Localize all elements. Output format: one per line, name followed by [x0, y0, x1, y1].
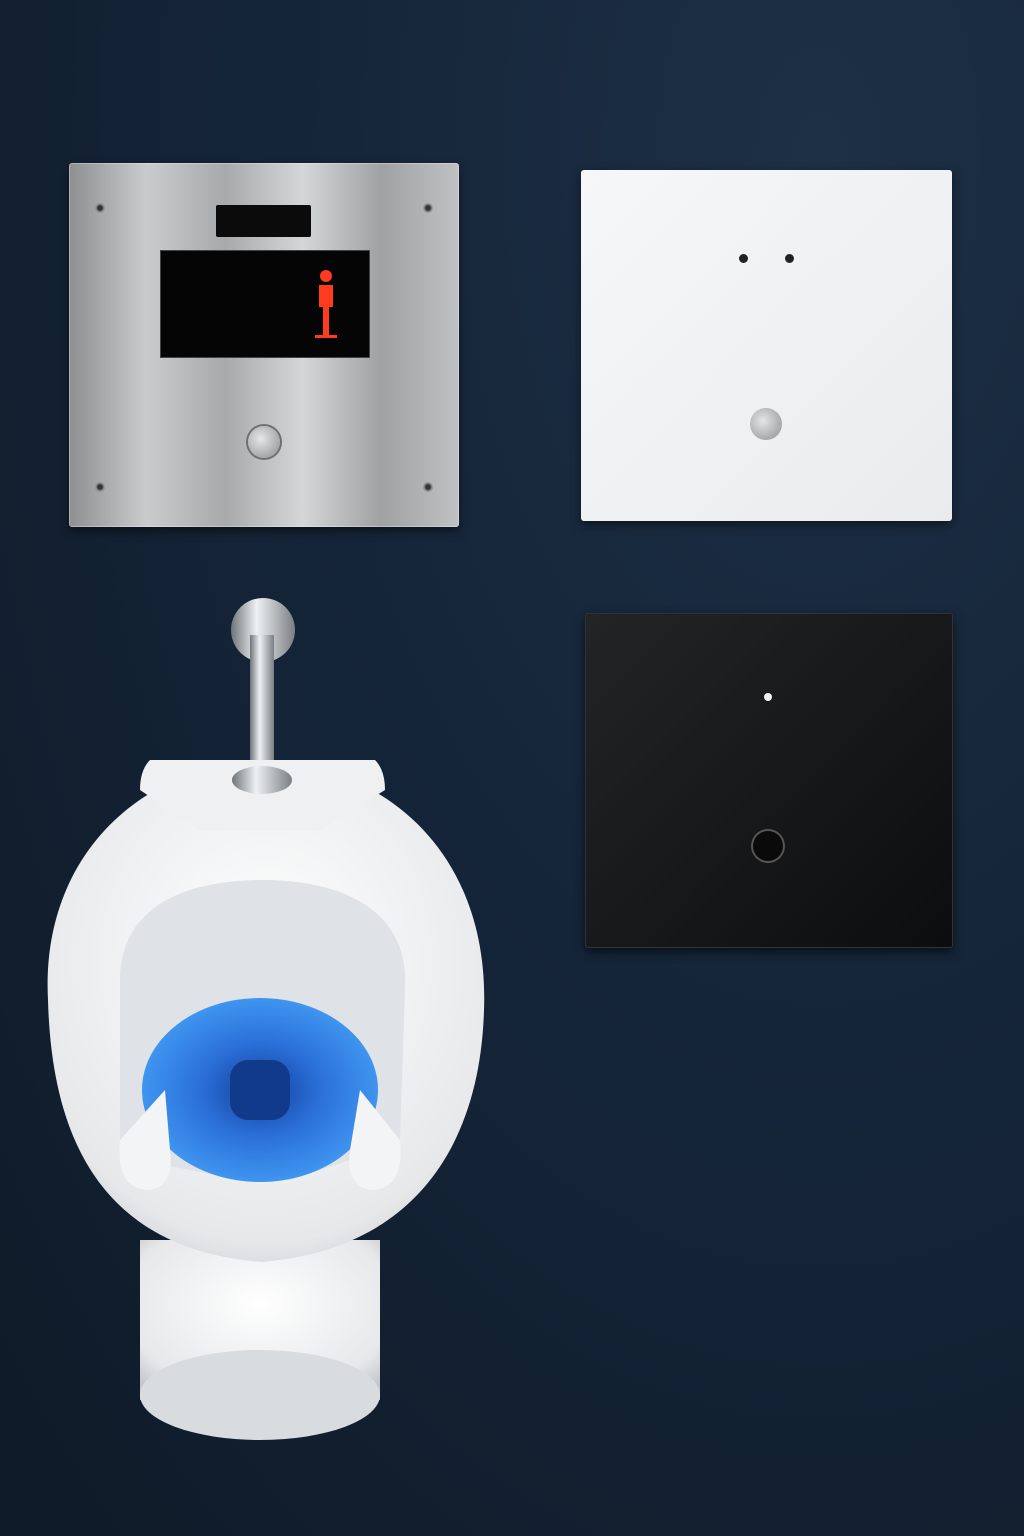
flush-button[interactable]	[753, 831, 783, 861]
screw-icon	[423, 482, 433, 492]
toilet	[47, 598, 485, 1440]
sensor-dot	[764, 693, 772, 701]
sensor-dot	[785, 254, 794, 263]
sensor-dot	[739, 254, 748, 263]
black-glass-flush-panel	[585, 613, 953, 948]
stainless-steel-flush-panel	[69, 163, 459, 527]
pipe-base	[232, 766, 292, 794]
sensor-window	[216, 205, 311, 237]
person-indicator-icon	[315, 270, 337, 338]
screw-icon	[95, 482, 105, 492]
screw-icon	[423, 203, 433, 213]
flush-button[interactable]	[248, 426, 280, 458]
white-glass-flush-panel	[581, 170, 952, 521]
indicator-display	[160, 250, 370, 358]
flush-button[interactable]	[750, 408, 782, 440]
flush-pipe	[250, 635, 274, 775]
screw-icon	[95, 203, 105, 213]
